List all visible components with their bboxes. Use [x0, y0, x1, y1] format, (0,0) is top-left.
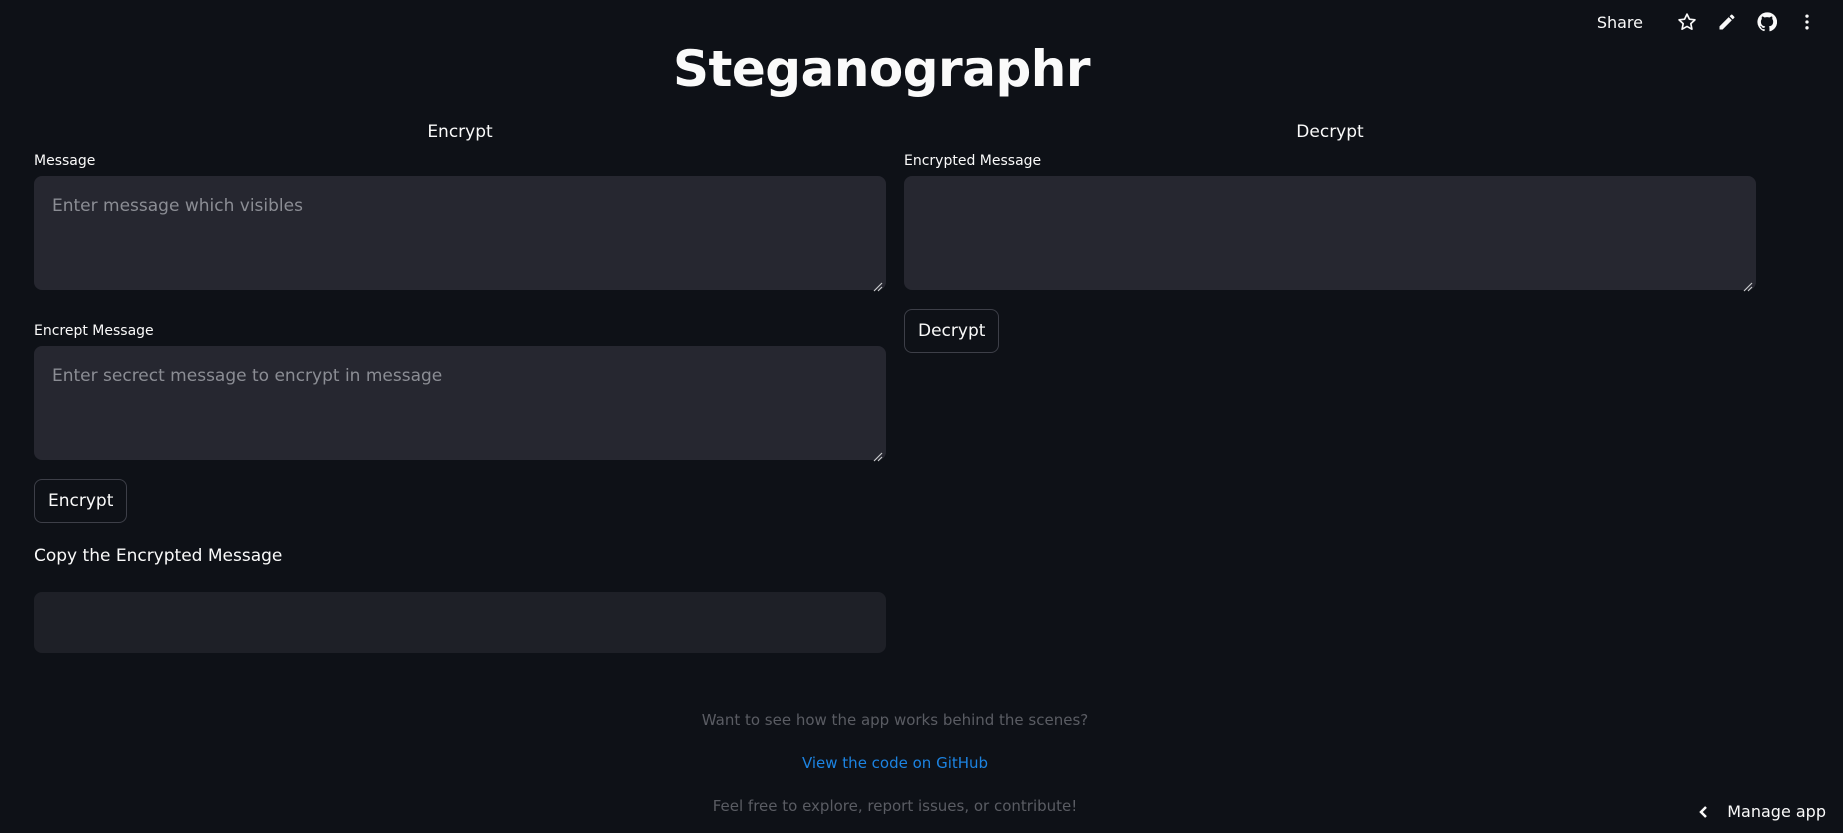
encrypt-heading: Encrypt [427, 122, 493, 142]
encrypted-message-label: Encrypted Message [904, 153, 1042, 169]
more-vertical-icon[interactable] [1787, 2, 1827, 42]
copy-encrypted-label: Copy the Encrypted Message [34, 546, 283, 566]
pencil-icon[interactable] [1707, 2, 1747, 42]
top-toolbar: Share [1597, 0, 1843, 44]
chevron-left-icon [1699, 805, 1708, 818]
github-icon[interactable] [1747, 2, 1787, 42]
footer-contribute-text: Feel free to explore, report issues, or … [712, 797, 1078, 815]
share-button[interactable]: Share [1597, 13, 1643, 32]
encrypted-message-input[interactable] [904, 176, 1756, 290]
message-input[interactable] [34, 176, 886, 290]
secret-message-input[interactable] [34, 346, 886, 460]
decrypt-button[interactable]: Decrypt [904, 309, 1000, 353]
decrypt-column: Decrypt Encrypted Message Decrypt [904, 118, 1756, 353]
page-title: Steganographr [672, 40, 1091, 98]
manage-app-label: Manage app [1727, 802, 1826, 821]
encrypt-column: Encrypt Message Encrept Message Encrypt … [34, 118, 886, 653]
encrypt-button[interactable]: Encrypt [34, 479, 128, 523]
app-page: Share Steganographr Encrypt Message Encr… [0, 0, 1843, 833]
footer-text: Want to see how the app works behind the… [701, 711, 1089, 729]
github-link[interactable]: View the code on GitHub [0, 754, 1790, 772]
manage-app-button[interactable]: Manage app [1697, 802, 1826, 821]
star-icon[interactable] [1667, 2, 1707, 42]
encrypted-output-box[interactable] [34, 592, 886, 653]
message-label: Message [34, 153, 96, 169]
decrypt-heading: Decrypt [1296, 122, 1364, 142]
secret-message-label: Encrept Message [34, 323, 154, 339]
